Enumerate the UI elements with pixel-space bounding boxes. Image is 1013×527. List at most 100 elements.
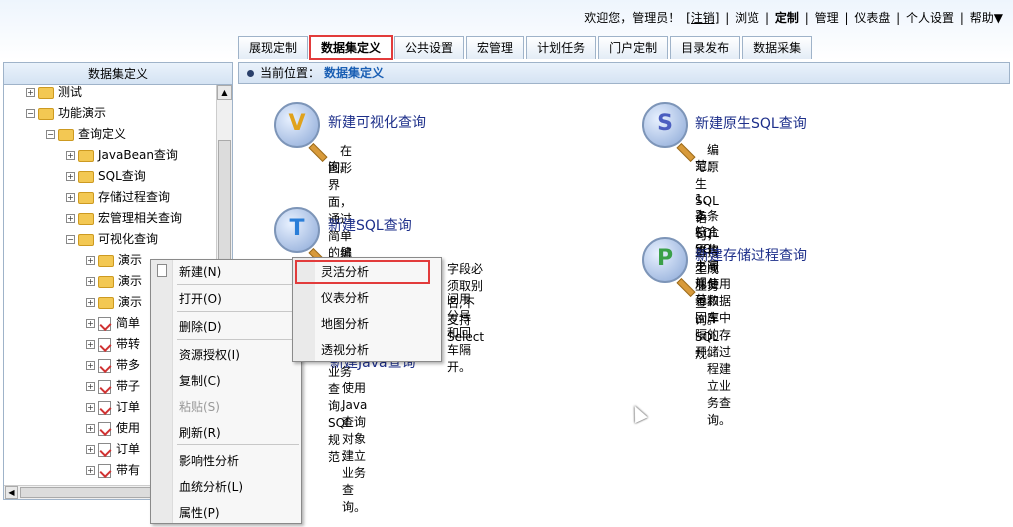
tree-node[interactable]: − 功能演示 (26, 103, 106, 123)
expand-icon[interactable]: + (86, 361, 95, 370)
bullet-icon (247, 70, 254, 77)
tree-node[interactable]: + JavaBean查询 (66, 145, 178, 165)
folder-icon (78, 212, 94, 225)
tree-node[interactable]: + 演示 (86, 271, 142, 291)
menu-separator (177, 284, 299, 285)
tree-node[interactable]: + 宏管理相关查询 (66, 208, 182, 228)
card-title[interactable]: 新建原生SQL查询 (695, 113, 807, 133)
tree-node[interactable]: + 使用 (86, 418, 140, 438)
manage-link[interactable]: 管理 (815, 11, 839, 25)
expand-icon[interactable]: + (86, 445, 95, 454)
scroll-up-icon[interactable]: ▲ (217, 85, 232, 100)
logout-link[interactable]: [注销] (686, 11, 719, 25)
tab-catalog-publish[interactable]: 目录发布 (670, 36, 741, 59)
breadcrumb-current[interactable]: 数据集定义 (324, 66, 384, 80)
tree-node[interactable]: + 带转 (86, 334, 140, 354)
tree-node[interactable]: + 带多 (86, 355, 140, 375)
scroll-thumb[interactable] (20, 487, 170, 498)
tab-macro-management[interactable]: 宏管理 (466, 36, 525, 59)
tab-display-customize[interactable]: 展现定制 (238, 36, 309, 59)
tree-node[interactable]: + 订单 (86, 397, 140, 417)
visual-query-icon: V (274, 102, 328, 163)
expand-icon[interactable]: + (66, 214, 75, 223)
card-title[interactable]: 新建SQL查询 (328, 215, 412, 235)
tree-node[interactable]: − 可视化查询 (66, 229, 158, 249)
query-doc-icon (98, 316, 111, 331)
tab-common-settings[interactable]: 公共设置 (394, 36, 465, 59)
tree-node[interactable]: + SQL查询 (66, 166, 146, 186)
help-menu[interactable]: 帮助▼ (970, 11, 1003, 25)
expand-icon[interactable]: + (86, 340, 95, 349)
tree-node[interactable]: + 订单 (86, 439, 140, 459)
left-panel-title: 数据集定义 (4, 63, 232, 85)
menu-item-refresh[interactable]: 刷新(R) (179, 423, 221, 443)
query-doc-icon (98, 400, 111, 415)
expand-icon[interactable]: + (86, 382, 95, 391)
menu-item-delete[interactable]: 删除(D) (179, 317, 222, 337)
card-desc-line: 间用分号和回车隔开。 (447, 292, 472, 374)
submenu-item-flexible-analysis[interactable]: 灵活分析 (321, 262, 369, 282)
expand-icon[interactable]: + (26, 88, 35, 97)
welcome-text: 欢迎您，管理员！ (584, 11, 681, 25)
menu-item-paste: 粘贴(S) (179, 400, 220, 414)
expand-icon[interactable]: + (66, 151, 75, 160)
menu-item-open[interactable]: 打开(O) (179, 289, 222, 309)
folder-icon (98, 254, 114, 267)
tree-node[interactable]: + 演示 (86, 250, 142, 270)
card-desc-line: 询。 (328, 160, 353, 174)
menu-item-properties[interactable]: 属性(P) (179, 503, 220, 523)
menu-item-lineage-analysis[interactable]: 血统分析(L) (179, 477, 243, 497)
expand-icon[interactable]: + (86, 403, 95, 412)
submenu-item-map-analysis[interactable]: 地图分析 (321, 314, 369, 334)
card-title[interactable]: 新建可视化查询 (328, 112, 426, 132)
tree-node[interactable]: + 演示 (86, 292, 142, 312)
folder-icon (98, 275, 114, 288)
submenu-item-gauge-analysis[interactable]: 仪表分析 (321, 288, 369, 308)
tree-node[interactable]: + 带子 (86, 376, 140, 396)
expand-icon[interactable]: + (66, 172, 75, 181)
tree-node[interactable]: + 简单 (86, 313, 140, 333)
query-doc-icon (98, 442, 111, 457)
menu-item-resource-authorize[interactable]: 资源授权(I) (179, 345, 240, 365)
card-title[interactable]: 新建存储过程查询 (695, 245, 807, 265)
tree-node[interactable]: − 查询定义 (46, 124, 126, 144)
menu-item-impact-analysis[interactable]: 影响性分析 (179, 451, 239, 471)
sql-query-icon: T (274, 207, 328, 268)
expand-icon[interactable]: + (86, 319, 95, 328)
folder-icon (78, 191, 94, 204)
tree-node[interactable]: + 测试 (26, 85, 82, 102)
tree-node[interactable]: + 带有 (86, 460, 140, 480)
browse-link[interactable]: 浏览 (735, 11, 759, 25)
expand-icon[interactable]: + (86, 298, 95, 307)
folder-icon (98, 296, 114, 309)
expand-icon[interactable]: + (66, 193, 75, 202)
customize-link[interactable]: 定制 (775, 11, 799, 25)
expand-icon[interactable]: + (86, 466, 95, 475)
menu-item-copy[interactable]: 复制(C) (179, 371, 221, 391)
collapse-icon[interactable]: − (66, 235, 75, 244)
separator: | (804, 11, 809, 25)
personal-settings-link[interactable]: 个人设置 (906, 11, 954, 25)
tab-data-collection[interactable]: 数据采集 (742, 36, 813, 59)
expand-icon[interactable]: + (86, 277, 95, 286)
query-doc-icon (98, 337, 111, 352)
submenu-item-pivot-analysis[interactable]: 透视分析 (321, 340, 369, 360)
query-doc-icon (98, 463, 111, 478)
tab-portal-customize[interactable]: 门户定制 (598, 36, 669, 59)
collapse-icon[interactable]: − (26, 109, 35, 118)
user-links: 欢迎您，管理员！ [注销] | 浏览 | 定制 | 管理 | 仪表盘 | 个人设… (582, 9, 1003, 26)
dashboard-link[interactable]: 仪表盘 (854, 11, 890, 25)
folder-icon (38, 107, 54, 120)
collapse-icon[interactable]: − (46, 130, 55, 139)
folder-icon (78, 149, 94, 162)
tab-scheduled-tasks[interactable]: 计划任务 (526, 36, 597, 59)
expand-icon[interactable]: + (86, 256, 95, 265)
main-tabs: 展现定制 数据集定义 公共设置 宏管理 计划任务 门户定制 目录发布 数据采集 (238, 35, 814, 60)
context-menu: 新建(N) 打开(O) 删除(D) 资源授权(I) 复制(C) 粘贴(S) 刷新… (150, 259, 302, 524)
expand-icon[interactable]: + (86, 424, 95, 433)
scroll-left-icon[interactable]: ◀ (5, 486, 18, 499)
menu-item-new[interactable]: 新建(N) (179, 262, 221, 282)
menu-separator (177, 311, 299, 312)
tab-dataset-definition[interactable]: 数据集定义 (309, 35, 394, 60)
tree-node[interactable]: + 存储过程查询 (66, 187, 170, 207)
